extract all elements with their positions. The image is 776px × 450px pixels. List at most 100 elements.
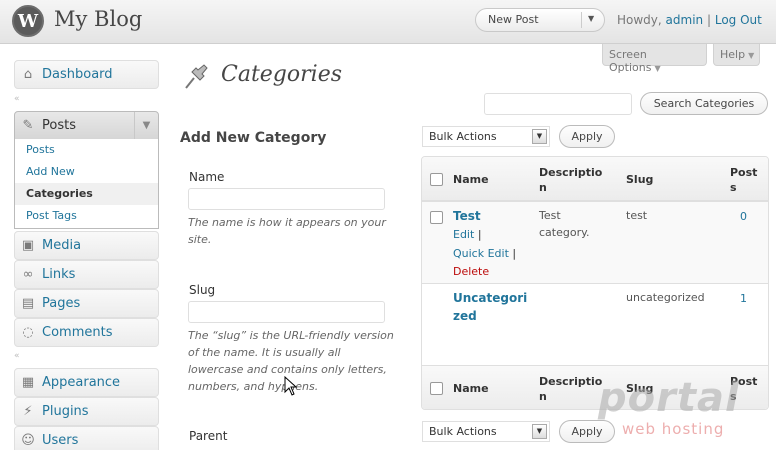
mouse-cursor-icon xyxy=(284,375,298,401)
category-post-count[interactable]: 0 xyxy=(740,210,747,223)
bulk-actions-select-bottom[interactable]: Bulk Actions ▼ xyxy=(422,421,550,442)
quick-edit-link[interactable]: Quick Edit xyxy=(453,247,509,260)
category-post-count[interactable]: 1 xyxy=(740,292,747,305)
slug-input[interactable] xyxy=(188,301,385,323)
chevron-down-icon[interactable]: ▼ xyxy=(532,129,547,144)
menu-posts-label: Posts xyxy=(42,118,76,133)
separator: | xyxy=(512,247,517,260)
select-all-checkbox[interactable] xyxy=(430,173,443,186)
menu-media[interactable]: ▣ Media xyxy=(14,231,159,260)
category-name-link[interactable]: Test xyxy=(453,207,481,225)
row-checkbox[interactable] xyxy=(430,211,443,224)
category-name-link[interactable]: Uncategori zed xyxy=(453,289,527,325)
bulk-actions-value: Bulk Actions xyxy=(429,130,497,143)
separator: | xyxy=(706,13,712,27)
column-description-l1: Descriptio xyxy=(539,375,603,388)
admin-header: W My Blog New Post ▼ Howdy, admin | Log … xyxy=(0,0,776,44)
name-l2: zed xyxy=(453,309,477,323)
column-description[interactable]: Descriptio n xyxy=(539,165,602,195)
screen-options-button[interactable]: Screen Options ▼ xyxy=(602,44,707,74)
categories-table: Name Descriptio n Slug Post s Test Edit | … xyxy=(421,156,769,410)
plug-icon: ⚡ xyxy=(23,404,33,419)
wordpress-logo-icon: W xyxy=(12,5,44,37)
menu-links[interactable]: ∞ Links xyxy=(14,260,159,289)
bulk-actions-select-top[interactable]: Bulk Actions ▼ xyxy=(422,126,550,147)
submenu-item-post-tags[interactable]: Post Tags xyxy=(15,205,158,227)
portal-watermark-logo: portal web hosting xyxy=(598,375,740,438)
column-description[interactable]: Descriptio n xyxy=(539,374,602,404)
select-all-checkbox-footer[interactable] xyxy=(430,382,443,395)
column-slug[interactable]: Slug xyxy=(626,172,653,187)
column-posts[interactable]: Post s xyxy=(730,165,757,195)
slug-label: Slug xyxy=(189,283,216,297)
favorite-action-label[interactable]: New Post xyxy=(488,13,539,26)
submenu-item-categories[interactable]: Categories xyxy=(15,183,158,205)
parent-label: Parent xyxy=(189,429,228,443)
chevron-down-icon[interactable]: ▼ xyxy=(532,424,547,439)
collapse-arrow-icon[interactable]: « xyxy=(14,94,20,104)
description-l2: category. xyxy=(539,226,590,239)
menu-users[interactable]: ☺ Users xyxy=(14,426,159,450)
page-title: Categories xyxy=(221,62,342,87)
add-new-category-heading: Add New Category xyxy=(180,130,327,146)
column-posts-l2: s xyxy=(730,181,737,194)
menu-appearance[interactable]: ▦ Appearance xyxy=(14,368,159,397)
menu-plugins-label: Plugins xyxy=(42,404,89,419)
favorite-actions-dropdown[interactable]: New Post ▼ xyxy=(475,8,605,32)
apply-button-bottom[interactable]: Apply xyxy=(559,420,615,443)
table-row: Uncategori zed uncategorized 1 xyxy=(422,283,768,365)
bulk-actions-value: Bulk Actions xyxy=(429,425,497,438)
description-l1: Test xyxy=(539,209,561,222)
howdy-text: Howdy, xyxy=(617,13,662,27)
cursor-arrow-svg xyxy=(284,375,298,396)
watermark-sub-text: web hosting xyxy=(622,420,725,438)
help-label: Help xyxy=(720,48,746,61)
category-slug: test xyxy=(626,209,648,222)
submenu-item-add-new[interactable]: Add New xyxy=(15,161,158,183)
row-actions-line1: Edit | xyxy=(453,226,482,244)
collapse-arrow-icon[interactable]: « xyxy=(14,351,20,361)
menu-plugins[interactable]: ⚡ Plugins xyxy=(14,397,159,426)
column-description-l1: Descriptio xyxy=(539,166,603,179)
users-icon: ☺ xyxy=(21,433,35,448)
column-description-l2: n xyxy=(539,181,547,194)
media-icon: ▣ xyxy=(21,238,35,253)
name-input[interactable] xyxy=(188,188,385,210)
menu-dashboard[interactable]: ⌂ Dashboard xyxy=(14,60,159,89)
column-name[interactable]: Name xyxy=(453,172,489,187)
menu-comments[interactable]: ◌ Comments xyxy=(14,318,159,347)
screen-options-label: Screen Options xyxy=(609,48,652,74)
column-description-l2: n xyxy=(539,390,547,403)
submenu-item-posts[interactable]: Posts xyxy=(15,139,158,161)
username-link[interactable]: admin xyxy=(666,13,704,27)
menu-posts[interactable]: ✎ Posts ▼ xyxy=(14,111,159,140)
edit-link[interactable]: Edit xyxy=(453,228,474,241)
logout-link[interactable]: Log Out xyxy=(715,13,762,27)
search-categories-button[interactable]: Search Categories xyxy=(640,92,768,115)
menu-pages-label: Pages xyxy=(42,296,81,311)
search-input[interactable] xyxy=(484,93,632,115)
watermark-main-text: portal xyxy=(598,375,740,421)
site-title[interactable]: My Blog xyxy=(54,7,142,31)
menu-toggle-icon[interactable]: ▼ xyxy=(134,112,158,139)
row-actions-line3: Delete xyxy=(453,263,489,281)
category-slug: uncategorized xyxy=(626,291,705,304)
comment-bubble-icon: ◌ xyxy=(22,325,34,340)
table-header: Name Descriptio n Slug Post s xyxy=(422,157,768,201)
apply-button-top[interactable]: Apply xyxy=(559,125,615,148)
column-posts-l1: Post xyxy=(730,166,758,179)
delete-link[interactable]: Delete xyxy=(453,265,489,278)
menu-pages[interactable]: ▤ Pages xyxy=(14,289,159,318)
pushpin-icon xyxy=(180,58,214,92)
link-icon: ∞ xyxy=(22,267,34,282)
house-icon: ⌂ xyxy=(23,67,33,82)
chevron-down-icon[interactable]: ▼ xyxy=(588,14,594,23)
user-greeting: Howdy, admin | Log Out xyxy=(617,13,762,27)
table-row: Test Edit | Quick Edit | Delete Test cate… xyxy=(422,201,768,283)
name-description: The name is how it appears on your site. xyxy=(188,216,386,246)
chevron-down-icon: ▼ xyxy=(748,51,755,60)
menu-appearance-label: Appearance xyxy=(42,375,121,390)
separator: | xyxy=(477,228,482,241)
column-name[interactable]: Name xyxy=(453,381,489,396)
help-button[interactable]: Help ▼ xyxy=(713,44,760,66)
